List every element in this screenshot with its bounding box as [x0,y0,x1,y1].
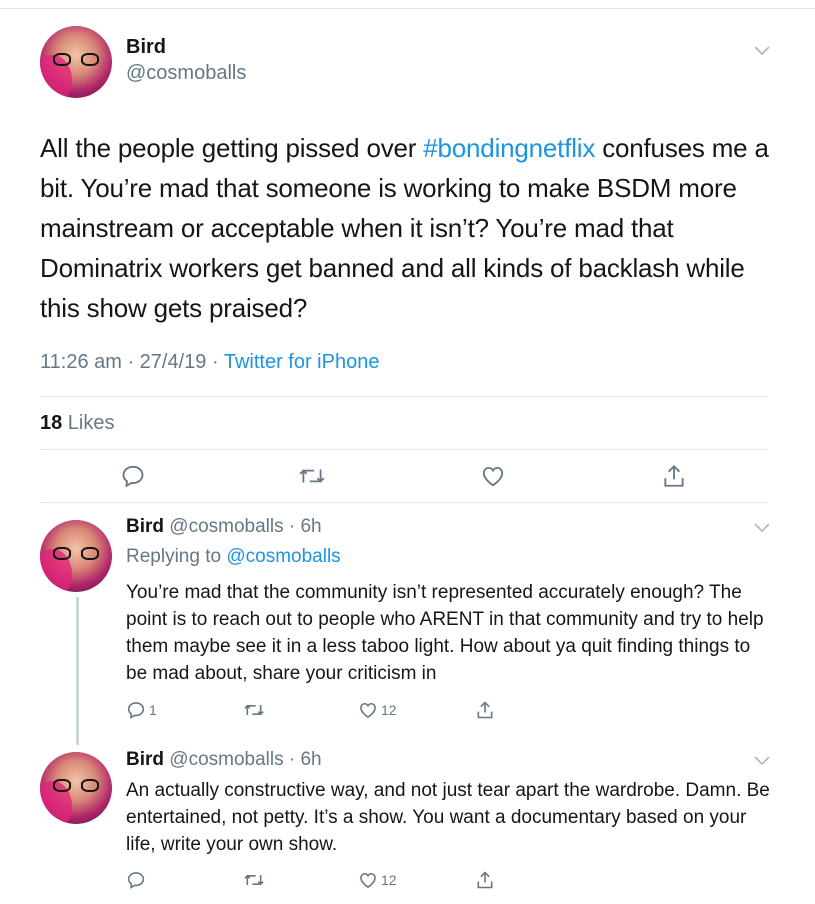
chevron-down-icon[interactable] [754,756,770,766]
like-icon [360,872,376,889]
like-icon [482,466,504,487]
tweet-meta: 11:26 am · 27/4/19 · Twitter for iPhone [40,351,379,374]
reply-author[interactable]: Bird @cosmoballs · 6h [126,749,322,771]
top-divider [0,8,815,9]
reply-button[interactable]: 1 [126,700,157,720]
reply-text: You’re mad that the community isn’t repr… [126,582,764,684]
timestamp: 11:26 am · 27/4/19 · [40,351,224,373]
reply-button[interactable] [120,463,146,489]
like-count: 12 [381,872,397,888]
retweet-button[interactable] [298,463,326,489]
share-icon [664,464,684,487]
reply-icon [127,872,145,889]
like-button[interactable]: 12 [358,870,397,890]
reply-text: An actually constructive way, and not ju… [126,780,770,855]
retweet-icon [244,874,264,886]
retweet-button[interactable] [243,870,265,890]
reply-count: 1 [149,702,157,718]
tweet-text: All the people getting pissed over #bond… [40,133,769,323]
reply-button[interactable] [126,870,146,890]
share-icon [477,871,493,889]
share-icon [477,701,493,719]
like-button[interactable]: 12 [358,700,397,720]
chevron-down-icon[interactable] [754,523,770,533]
reply-icon [127,702,145,719]
retweet-icon [299,469,325,483]
author-name[interactable]: Bird [126,36,166,59]
retweet-icon [244,704,264,716]
source-link[interactable]: Twitter for iPhone [224,351,380,373]
chevron-down-icon[interactable] [754,46,770,56]
avatar[interactable] [40,752,112,824]
share-button[interactable] [475,700,495,720]
divider [40,502,768,503]
replying-to: Replying to @cosmoballs [126,546,341,567]
reply-author[interactable]: Bird @cosmoballs · 6h [126,516,322,538]
share-button[interactable] [475,870,495,890]
avatar[interactable] [40,520,112,592]
hashtag-link[interactable]: #bondingnetflix [423,133,595,163]
reply-icon [122,465,144,488]
author-handle[interactable]: @cosmoballs [126,62,246,85]
divider [40,396,768,397]
like-icon [360,702,376,719]
mention-link[interactable]: @cosmoballs [226,546,340,567]
like-button[interactable] [480,463,506,489]
thread-line [76,597,79,745]
retweet-button[interactable] [243,700,265,720]
like-count: 12 [381,702,397,718]
likes-count[interactable]: 18 Likes [40,412,115,435]
share-button[interactable] [661,463,687,489]
avatar[interactable] [40,26,112,98]
divider [40,449,768,450]
